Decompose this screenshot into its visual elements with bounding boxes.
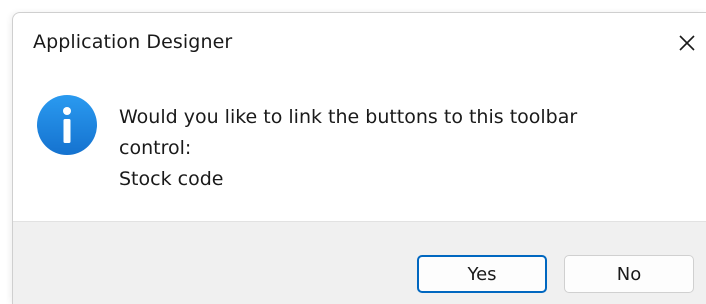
info-icon [37, 95, 97, 155]
message-line: Would you like to link the buttons to th… [119, 106, 578, 128]
dialog-message: Would you like to link the buttons to th… [119, 102, 679, 195]
no-button[interactable]: No [564, 255, 694, 293]
close-button[interactable] [667, 25, 706, 61]
message-line: Stock code [119, 168, 224, 190]
dialog-footer: Yes No [13, 221, 706, 304]
title-bar[interactable]: Application Designer [13, 13, 706, 73]
dialog-title: Application Designer [33, 31, 233, 53]
dialog-content: Would you like to link the buttons to th… [13, 73, 706, 220]
close-icon [679, 35, 695, 51]
message-line: control: [119, 137, 192, 159]
yes-button[interactable]: Yes [417, 255, 547, 293]
message-dialog: Application Designer Would you like to l… [12, 12, 706, 304]
